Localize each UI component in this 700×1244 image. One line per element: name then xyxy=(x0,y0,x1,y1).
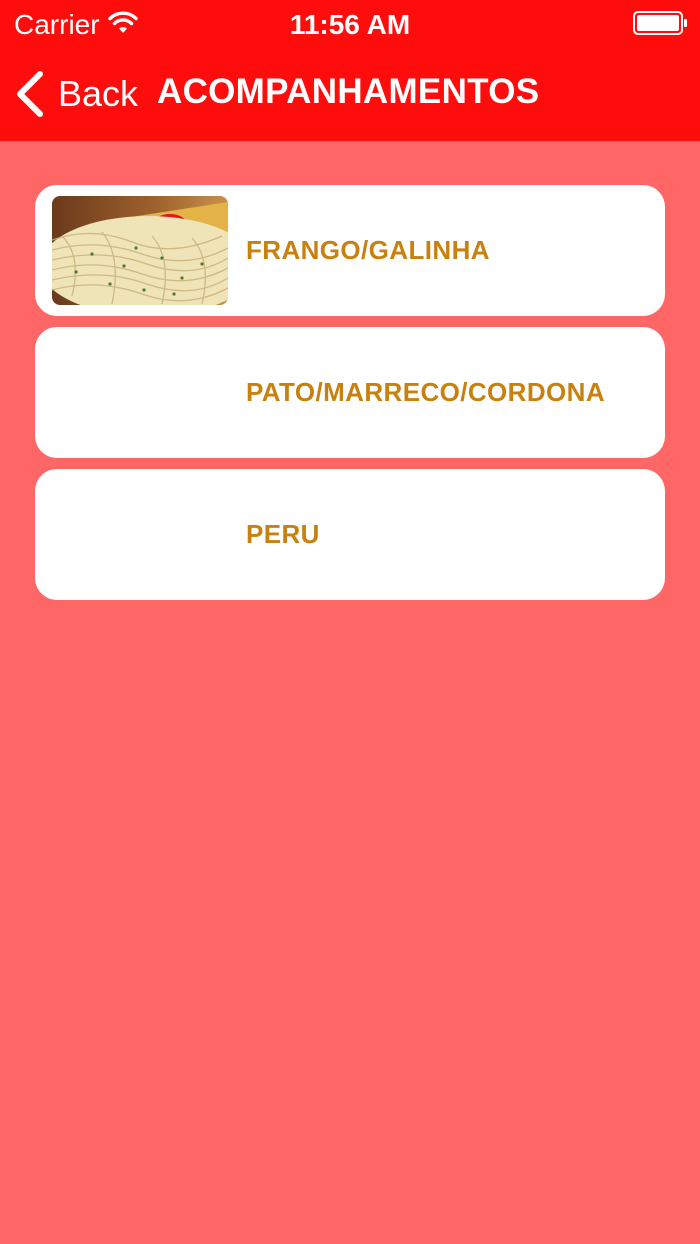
list-item-frango-galinha[interactable]: FRANGO/GALINHA xyxy=(35,185,665,316)
category-list: FRANGO/GALINHA PATO/MARRECO/CORDONA PERU xyxy=(35,185,665,611)
chevron-left-icon xyxy=(17,71,43,117)
list-item-label: PATO/MARRECO/CORDONA xyxy=(246,377,605,407)
back-button[interactable]: Back xyxy=(14,68,149,120)
page-title: ACOMPANHAMENTOS xyxy=(157,72,540,111)
status-time: 11:56 AM xyxy=(289,9,411,40)
top-bar: Carrier 11:56 AM Back ACOMPANHAMENTOS xyxy=(0,0,700,141)
list-item-label: PERU xyxy=(246,519,320,549)
navigation-bar: Back ACOMPANHAMENTOS xyxy=(0,48,700,141)
pasta-photo xyxy=(52,196,228,305)
status-bar: Carrier 11:56 AM xyxy=(0,0,700,48)
back-label: Back xyxy=(58,73,139,114)
battery-icon xyxy=(633,11,687,35)
list-item-label: FRANGO/GALINHA xyxy=(246,235,490,265)
list-item-peru[interactable]: PERU xyxy=(35,469,665,600)
list-item-pato-marreco-cordona[interactable]: PATO/MARRECO/CORDONA xyxy=(35,327,665,458)
